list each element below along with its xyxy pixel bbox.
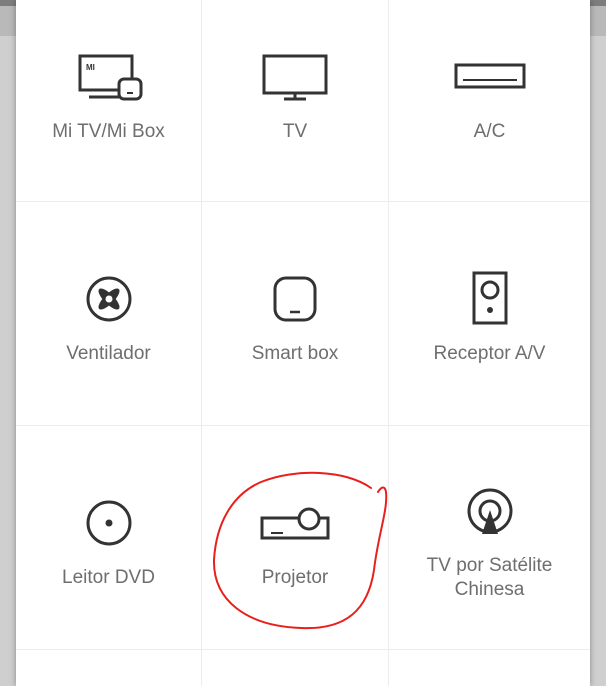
device-mi-tv-box[interactable]: MI Mi TV/Mi Box: [16, 0, 202, 202]
speaker-icon: [472, 271, 507, 325]
device-label: Mi TV/Mi Box: [52, 121, 165, 142]
device-air-conditioner[interactable]: A/C: [389, 0, 590, 202]
dvd-icon: [86, 500, 131, 546]
device-chinese-satellite-tv[interactable]: TV por Satélite Chinesa: [389, 426, 590, 650]
device-label: TV por Satélite: [426, 555, 553, 576]
device-projector[interactable]: Projetor: [202, 426, 389, 650]
device-slot-empty: [16, 650, 202, 686]
mi-logo-text: MI: [86, 63, 95, 72]
device-grid: MI Mi TV/Mi Box TV A/C Ventilador Smart …: [16, 0, 590, 686]
device-label: TV: [282, 121, 308, 142]
device-label: Smart box: [251, 343, 339, 364]
device-tv[interactable]: TV: [202, 0, 389, 202]
device-label: A/C: [473, 121, 506, 142]
tv-icon: [262, 54, 328, 101]
device-fan[interactable]: Ventilador: [16, 202, 202, 426]
satellite-dish-icon: [467, 488, 512, 534]
air-conditioner-icon: [454, 63, 525, 89]
device-dvd-player[interactable]: Leitor DVD: [16, 426, 202, 650]
device-type-panel: MI Mi TV/Mi Box TV A/C Ventilador Smart …: [16, 0, 590, 686]
device-label: Projetor: [261, 567, 329, 588]
device-smart-box[interactable]: Smart box: [202, 202, 389, 426]
device-label: Leitor DVD: [62, 567, 155, 588]
device-slot-empty: [202, 650, 389, 686]
device-label: Ventilador: [66, 343, 151, 364]
mi-tv-box-icon: MI: [78, 54, 142, 101]
fan-icon: [86, 276, 131, 322]
device-label: Receptor A/V: [433, 343, 546, 364]
device-av-receiver[interactable]: Receptor A/V: [389, 202, 590, 426]
smart-box-icon: [273, 276, 317, 322]
device-label-line-2: Chinesa: [454, 579, 525, 600]
device-slot-empty: [389, 650, 590, 686]
projector-icon: [260, 507, 330, 540]
